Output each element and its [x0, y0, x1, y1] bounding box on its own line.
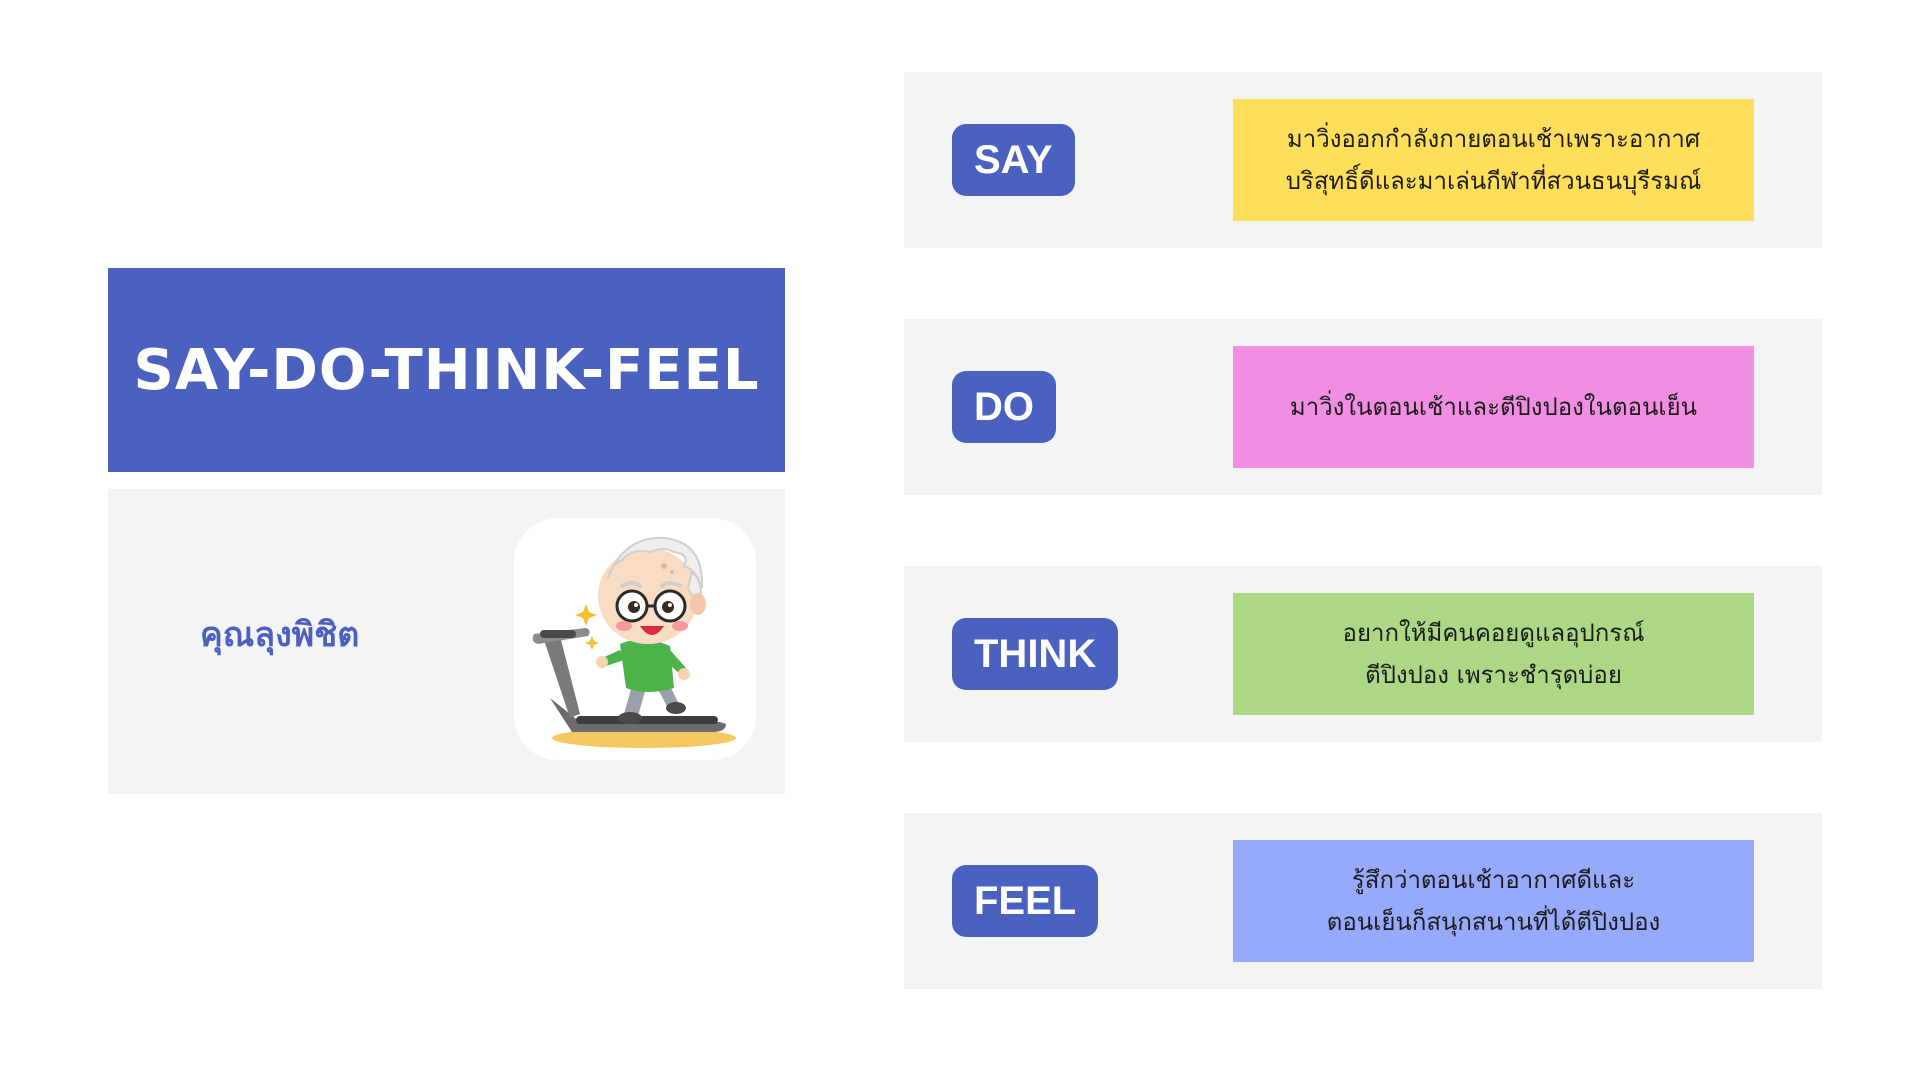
do-label: DO	[952, 371, 1056, 443]
feel-label: FEEL	[952, 865, 1099, 937]
feel-note: รู้สึกว่าตอนเช้าอากาศดีและ ตอนเย็นก็สนุก…	[1233, 840, 1754, 962]
row-say: SAY มาวิ่งออกกำลังกายตอนเช้าเพราะอากาศ บ…	[904, 72, 1822, 248]
say-label: SAY	[952, 124, 1075, 196]
feel-line-1: รู้สึกว่าตอนเช้าอากาศดีและ	[1351, 866, 1636, 894]
row-feel: FEEL รู้สึกว่าตอนเช้าอากาศดีและ ตอนเย็นก…	[904, 813, 1822, 989]
elderly-man-on-treadmill-icon	[532, 536, 736, 748]
say-line-1: มาวิ่งออกกำลังกายตอนเช้าเพราะอากาศ	[1286, 125, 1701, 153]
avatar	[514, 518, 756, 760]
feel-line-2: ตอนเย็นก็สนุกสนานที่ได้ตีปิงปอง	[1326, 908, 1661, 936]
title-banner: SAY-DO-THINK-FEEL	[108, 268, 785, 472]
persona-name: คุณลุงพิชิต	[200, 615, 360, 655]
row-do: DO มาวิ่งในตอนเช้าและตีปิงปองในตอนเย็น	[904, 319, 1822, 495]
think-line-1: อยากให้มีคนคอยดูแลอุปกรณ์	[1342, 619, 1645, 647]
say-note: มาวิ่งออกกำลังกายตอนเช้าเพราะอากาศ บริสุ…	[1233, 99, 1754, 221]
think-line-2: ตีปิงปอง เพราะชำรุดบ่อย	[1365, 661, 1622, 689]
think-note: อยากให้มีคนคอยดูแลอุปกรณ์ ตีปิงปอง เพราะ…	[1233, 593, 1754, 715]
persona-card: คุณลุงพิชิต	[108, 489, 785, 794]
slide-canvas: SAY-DO-THINK-FEEL คุณลุงพิชิต SAY มาวิ่ง…	[0, 0, 1920, 1080]
do-note: มาวิ่งในตอนเช้าและตีปิงปองในตอนเย็น	[1233, 346, 1754, 468]
think-label: THINK	[952, 618, 1119, 690]
row-think: THINK อยากให้มีคนคอยดูแลอุปกรณ์ ตีปิงปอง…	[904, 566, 1822, 742]
say-line-2: บริสุทธิ์ดีและมาเล่นกีฬาที่สวนธนบุรีรมณ์	[1285, 167, 1702, 195]
page-title: SAY-DO-THINK-FEEL	[133, 337, 760, 403]
do-line-1: มาวิ่งในตอนเช้าและตีปิงปองในตอนเย็น	[1289, 393, 1698, 421]
